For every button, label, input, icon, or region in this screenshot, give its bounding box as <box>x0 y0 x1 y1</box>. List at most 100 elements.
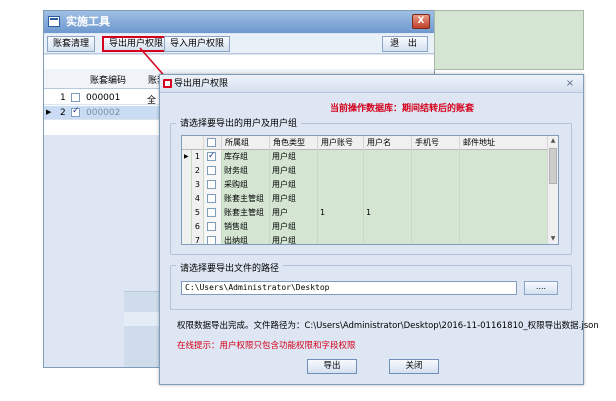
cell-user-account <box>318 220 364 234</box>
scroll-up-icon[interactable]: ▲ <box>548 136 558 146</box>
col-phone: 手机号 <box>412 136 460 150</box>
user-grid-header: 所属组 角色类型 用户账号 用户名 手机号 邮件地址 <box>182 136 548 150</box>
dialog-title: 导出用户权限 <box>174 79 229 89</box>
table-row[interactable]: 2 财务组 用户组 <box>182 164 548 178</box>
row-header-cell <box>182 220 192 234</box>
row-checkbox[interactable] <box>207 166 216 175</box>
cell-user-name: 1 <box>364 206 412 220</box>
cell-email <box>460 220 548 234</box>
main-title-bar: 实施工具 X <box>44 11 434 33</box>
dialog-title-bar: 导出用户权限 × <box>160 75 583 93</box>
cell-group: 账套主管组 <box>222 206 270 220</box>
row-checkbox[interactable] <box>207 150 216 163</box>
cell-user-account <box>318 234 364 244</box>
close-button[interactable]: 关闭 <box>389 359 439 374</box>
cell-user-name <box>364 164 412 178</box>
scroll-thumb[interactable] <box>549 148 557 184</box>
cell-user-account <box>318 192 364 206</box>
export-path-input[interactable]: C:\Users\Administrator\Desktop <box>181 281 517 295</box>
export-permissions-button[interactable]: 导出用户权限 <box>102 36 171 52</box>
table-row[interactable]: 5 账套主管组 用户 1 1 <box>182 206 548 220</box>
cell-user-name <box>364 192 412 206</box>
clean-account-button[interactable]: 账套清理 <box>47 36 96 52</box>
row-index: 7 <box>192 234 204 244</box>
row-checkbox-cell[interactable] <box>204 150 222 164</box>
cell-phone <box>412 192 460 206</box>
table-row[interactable]: 3 采购组 用户组 <box>182 178 548 192</box>
user-group-grid: 所属组 角色类型 用户账号 用户名 手机号 邮件地址 ▶1库存组用户组2财务组用… <box>181 135 559 245</box>
col-role-type: 角色类型 <box>270 136 318 150</box>
row-header-cell <box>182 234 192 244</box>
row-pointer-icon: ▶ <box>182 150 192 164</box>
exit-button[interactable]: 退 出 <box>382 36 428 52</box>
row-checkbox-cell[interactable] <box>204 206 222 220</box>
app-icon <box>48 16 60 27</box>
grid-vertical-scrollbar[interactable]: ▲ ▼ <box>547 136 558 244</box>
row-code: 000002 <box>86 108 121 118</box>
col-email: 邮件地址 <box>460 136 548 150</box>
online-hint-text: 在线提示：用户权限只包含功能权限和字段权限 <box>177 341 356 351</box>
row-pointer-icon: ▶ <box>46 108 52 116</box>
export-permissions-dialog: 导出用户权限 × 当前操作数据库：期间结转后的账套 请选择要导出的用户及用户组 … <box>159 74 599 385</box>
cell-user-name <box>364 234 412 244</box>
row-checkbox[interactable] <box>207 208 216 217</box>
cell-phone <box>412 178 460 192</box>
row-index: 2 <box>192 164 204 178</box>
row-checkbox[interactable] <box>71 93 80 102</box>
scroll-down-icon[interactable]: ▼ <box>548 234 558 244</box>
cell-email <box>460 164 548 178</box>
cell-email <box>460 234 548 244</box>
row-checkbox-cell[interactable] <box>204 164 222 178</box>
row-checkbox[interactable] <box>207 194 216 203</box>
cell-role-type: 用户 <box>270 206 318 220</box>
cell-user-name <box>364 220 412 234</box>
row-index: 4 <box>192 192 204 206</box>
row-checkbox[interactable] <box>207 222 216 231</box>
row-index: 1 <box>60 93 66 103</box>
cell-group: 财务组 <box>222 164 270 178</box>
background-window <box>434 10 584 70</box>
table-row[interactable]: 6 销售组 用户组 <box>182 220 548 234</box>
cell-phone <box>412 206 460 220</box>
database-notice: 当前操作数据库：期间结转后的账套 <box>330 104 475 114</box>
export-status-text: 权限数据导出完成。文件路径为：C:\Users\Administrator\De… <box>177 321 599 331</box>
cell-role-type: 用户组 <box>270 178 318 192</box>
cell-phone <box>412 220 460 234</box>
cell-role-type: 用户组 <box>270 164 318 178</box>
path-label: 请选择要导出文件的路径 <box>176 261 284 274</box>
row-index: 2 <box>60 108 66 118</box>
cell-user-account <box>318 150 364 164</box>
cell-role-type: 用户组 <box>270 150 318 164</box>
cell-email <box>460 178 548 192</box>
table-row[interactable]: 4 账套主管组 用户组 <box>182 192 548 206</box>
row-checkbox[interactable] <box>207 236 216 244</box>
dialog-close-icon[interactable]: × <box>563 77 577 90</box>
cell-phone <box>412 150 460 164</box>
row-checkbox[interactable] <box>71 106 80 117</box>
browse-button[interactable]: .... <box>524 281 558 295</box>
row-checkbox-cell[interactable] <box>204 192 222 206</box>
row-checkbox-cell[interactable] <box>204 234 222 244</box>
cell-email <box>460 206 548 220</box>
row-header-cell <box>182 178 192 192</box>
import-permissions-button[interactable]: 导入用户权限 <box>164 36 231 52</box>
row-checkbox[interactable] <box>207 180 216 189</box>
table-row[interactable]: 7 出纳组 用户组 <box>182 234 548 244</box>
cell-role-type: 用户组 <box>270 220 318 234</box>
row-index: 1 <box>192 150 204 164</box>
cell-phone <box>412 164 460 178</box>
row-index: 6 <box>192 220 204 234</box>
main-window-title: 实施工具 <box>66 15 110 28</box>
export-button[interactable]: 导出 <box>307 359 357 374</box>
row-header-cell <box>182 206 192 220</box>
cell-group: 采购组 <box>222 178 270 192</box>
row-checkbox-cell[interactable] <box>204 178 222 192</box>
row-checkbox-cell[interactable] <box>204 220 222 234</box>
select-all-cell[interactable] <box>204 136 222 150</box>
cell-email <box>460 192 548 206</box>
cell-user-account <box>318 178 364 192</box>
row-code: 000001 <box>86 93 121 103</box>
table-row[interactable]: ▶1 库存组用户组 <box>182 150 548 164</box>
select-all-checkbox[interactable] <box>207 138 216 147</box>
main-close-button[interactable]: X <box>412 14 430 29</box>
